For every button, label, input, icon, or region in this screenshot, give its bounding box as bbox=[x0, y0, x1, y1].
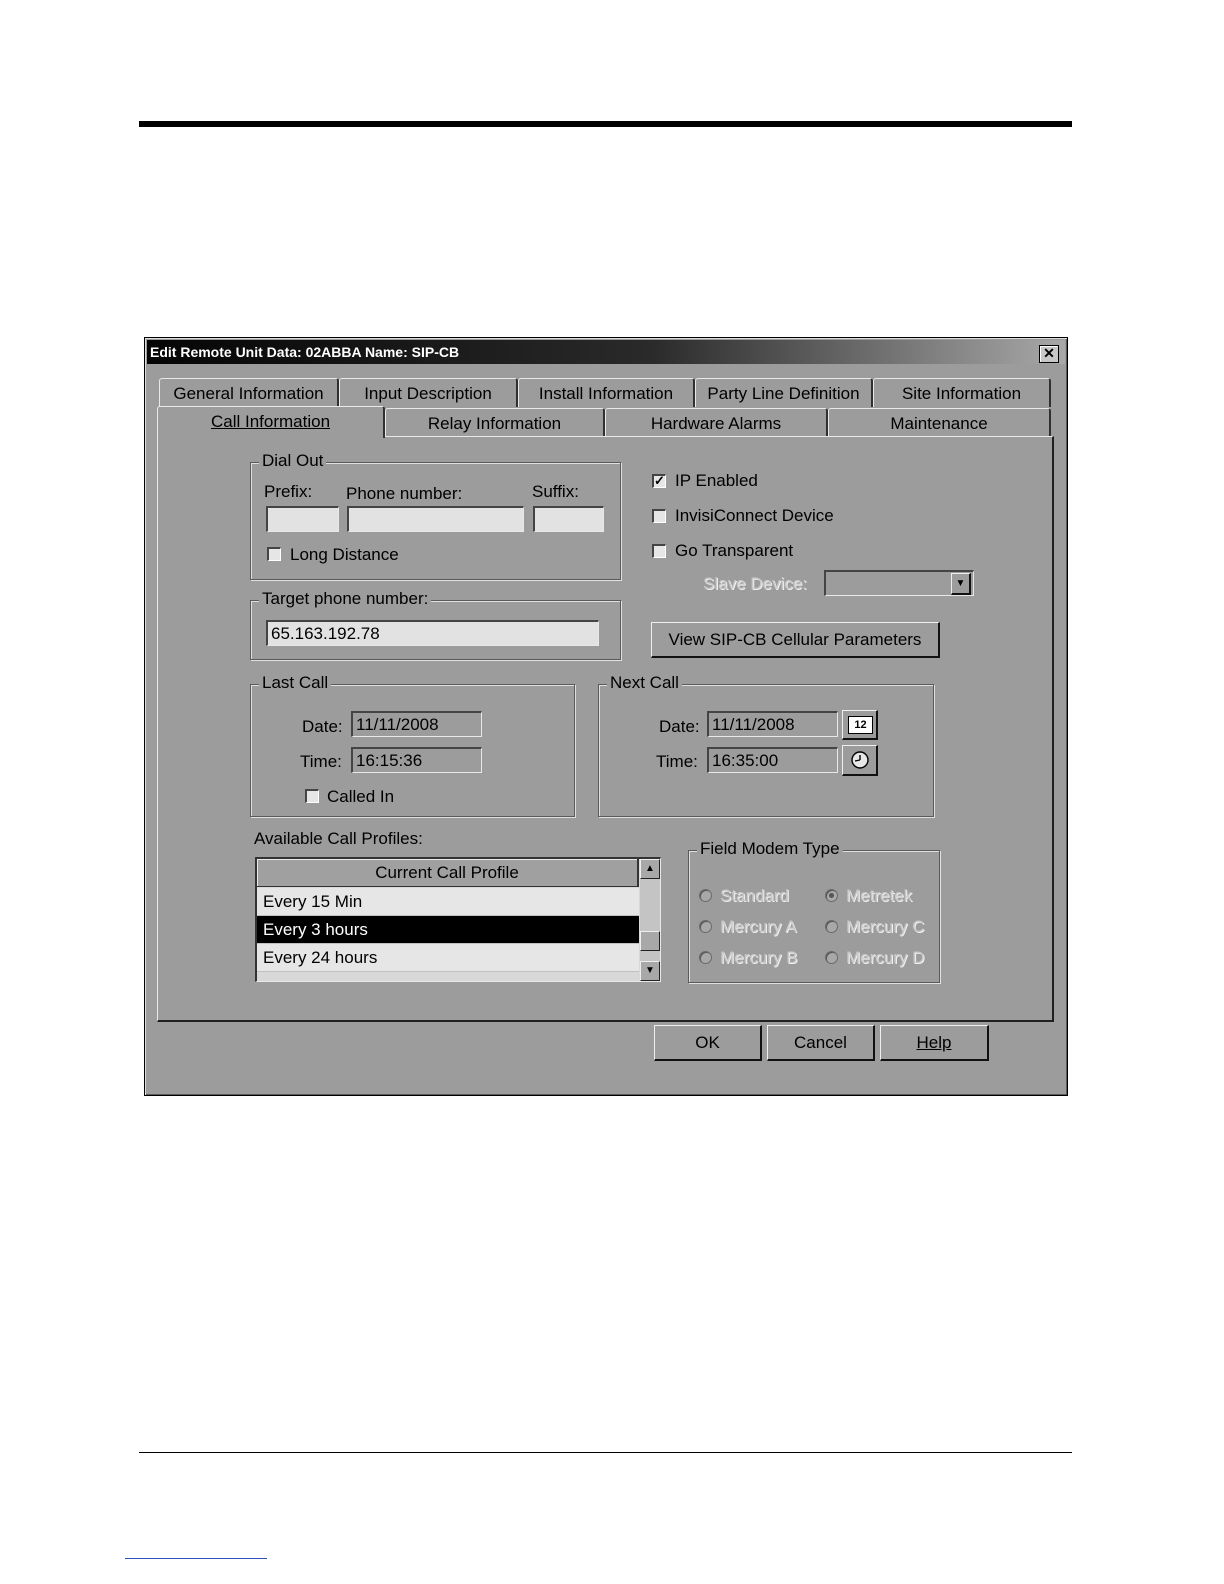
tab-call-information[interactable]: Call Information bbox=[157, 406, 385, 438]
last-call-time-label: Time: bbox=[300, 752, 342, 771]
tab-label: Hardware Alarms bbox=[650, 414, 782, 433]
radio-mercury-c[interactable] bbox=[825, 920, 838, 933]
tab-site-information[interactable]: Site Information bbox=[873, 378, 1051, 407]
tab-label: Site Information bbox=[901, 384, 1022, 403]
clock-icon[interactable] bbox=[842, 745, 878, 776]
next-call-date-label: Date: bbox=[659, 717, 700, 736]
radio-standard[interactable] bbox=[699, 889, 712, 902]
prefix-input[interactable] bbox=[266, 506, 339, 532]
radio-mercury-a-label: Mercury A bbox=[720, 917, 797, 936]
scroll-down-icon[interactable]: ▼ bbox=[640, 961, 660, 981]
available-profiles-label: Available Call Profiles: bbox=[254, 829, 423, 848]
tab-label: Install Information bbox=[538, 384, 674, 403]
target-phone-legend: Target phone number: bbox=[259, 589, 432, 609]
tab-input-description[interactable]: Input Description bbox=[339, 378, 518, 407]
list-item[interactable]: Every 24 hours bbox=[257, 944, 639, 972]
ip-enabled-checkbox[interactable]: ✓ bbox=[652, 474, 666, 488]
tab-relay-information[interactable]: Relay Information bbox=[385, 408, 605, 437]
prefix-label: Prefix: bbox=[264, 482, 313, 501]
last-call-time-field[interactable]: 16:15:36 bbox=[351, 747, 482, 773]
radio-mercury-d[interactable] bbox=[825, 951, 838, 964]
radio-metretek-label: Metretek bbox=[846, 886, 913, 905]
calendar-icon[interactable]: 12 bbox=[842, 710, 878, 740]
list-item[interactable]: Every 15 Min bbox=[257, 888, 639, 916]
go-transparent-checkbox[interactable] bbox=[652, 544, 666, 558]
target-phone-input[interactable]: 65.163.192.78 bbox=[266, 620, 599, 646]
tab-label: Input Description bbox=[364, 384, 492, 403]
dial-out-legend: Dial Out bbox=[259, 451, 327, 471]
slave-device-label: Slave Device: bbox=[703, 574, 807, 593]
next-call-time-field[interactable]: 16:35:00 bbox=[707, 747, 838, 773]
list-scrollbar[interactable]: ▲ ▼ bbox=[640, 859, 660, 981]
close-icon[interactable]: ✕ bbox=[1039, 345, 1059, 363]
view-cellular-parameters-button[interactable]: View SIP-CB Cellular Parameters bbox=[651, 622, 940, 658]
list-item-selected[interactable]: Every 3 hours bbox=[257, 916, 639, 944]
calendar-icon-face: 12 bbox=[848, 716, 873, 734]
check-mark-icon: ✓ bbox=[654, 473, 665, 488]
help-button-label: Help bbox=[916, 1033, 952, 1052]
tab-general-information[interactable]: General Information bbox=[159, 378, 339, 407]
ok-button[interactable]: OK bbox=[654, 1025, 762, 1061]
radio-mercury-d-label: Mercury D bbox=[846, 948, 925, 967]
tab-label: Maintenance bbox=[890, 414, 988, 433]
radio-mercury-a[interactable] bbox=[699, 920, 712, 933]
last-call-date-label: Date: bbox=[302, 717, 343, 736]
tab-label: Relay Information bbox=[427, 414, 562, 433]
suffix-label: Suffix: bbox=[532, 482, 579, 501]
tab-label: Party Line Definition bbox=[707, 384, 860, 403]
scroll-up-icon[interactable]: ▲ bbox=[640, 859, 660, 879]
next-call-date-field[interactable]: 11/11/2008 bbox=[707, 711, 838, 737]
radio-mercury-c-label: Mercury C bbox=[846, 917, 925, 936]
radio-mercury-b[interactable] bbox=[699, 951, 712, 964]
tab-label: General Information bbox=[173, 384, 324, 403]
radio-metretek[interactable] bbox=[825, 889, 838, 902]
tab-label: Call Information bbox=[210, 412, 331, 431]
last-call-legend: Last Call bbox=[259, 673, 332, 693]
called-in-checkbox[interactable] bbox=[305, 789, 319, 803]
radio-standard-label: Standard bbox=[720, 886, 789, 905]
suffix-input[interactable] bbox=[533, 506, 604, 532]
tab-hardware-alarms[interactable]: Hardware Alarms bbox=[605, 408, 828, 437]
top-rule bbox=[139, 121, 1072, 127]
phone-number-label: Phone number: bbox=[346, 484, 463, 503]
called-in-label: Called In bbox=[327, 787, 395, 806]
dialog-titlebar: Edit Remote Unit Data: 02ABBA Name: SIP-… bbox=[147, 340, 1065, 364]
radio-mercury-b-label: Mercury B bbox=[720, 948, 798, 967]
call-profiles-list[interactable]: Current Call Profile Every 15 Min Every … bbox=[255, 857, 661, 982]
next-call-time-label: Time: bbox=[656, 752, 698, 771]
tab-party-line-definition[interactable]: Party Line Definition bbox=[695, 378, 873, 407]
field-modem-legend: Field Modem Type bbox=[697, 839, 843, 859]
tab-install-information[interactable]: Install Information bbox=[518, 378, 695, 407]
footer-link-underline bbox=[125, 1558, 267, 1559]
clock-glyph-icon bbox=[851, 751, 869, 769]
chevron-down-icon[interactable]: ▼ bbox=[951, 573, 971, 595]
scroll-thumb[interactable] bbox=[640, 931, 660, 951]
ip-enabled-label: IP Enabled bbox=[675, 471, 758, 490]
invisiconnect-checkbox[interactable] bbox=[652, 509, 666, 523]
next-call-legend: Next Call bbox=[607, 673, 682, 693]
last-call-date-field[interactable]: 11/11/2008 bbox=[351, 711, 482, 737]
long-distance-label: Long Distance bbox=[290, 545, 399, 564]
phone-number-input[interactable] bbox=[347, 506, 524, 532]
tab-maintenance[interactable]: Maintenance bbox=[828, 408, 1051, 437]
dialog-title: Edit Remote Unit Data: 02ABBA Name: SIP-… bbox=[150, 344, 460, 360]
long-distance-checkbox[interactable] bbox=[267, 547, 281, 561]
list-header[interactable]: Current Call Profile bbox=[257, 859, 639, 887]
cancel-button[interactable]: Cancel bbox=[767, 1025, 875, 1061]
go-transparent-label: Go Transparent bbox=[675, 541, 794, 560]
help-button[interactable]: Help bbox=[880, 1025, 989, 1061]
invisiconnect-label: InvisiConnect Device bbox=[675, 506, 834, 525]
bottom-rule bbox=[139, 1452, 1072, 1453]
